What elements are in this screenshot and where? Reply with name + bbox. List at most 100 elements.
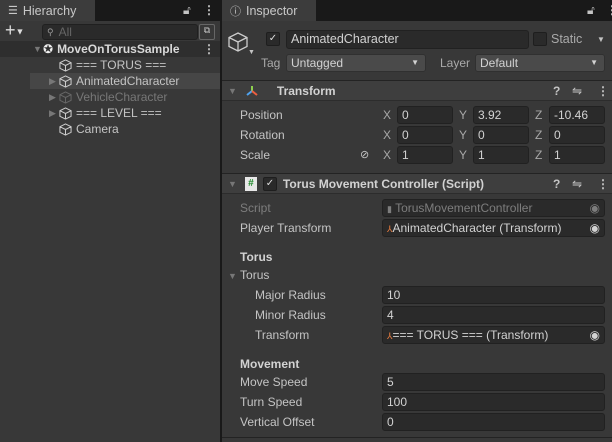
torus-transform-value: === TORUS === (Transform) — [392, 328, 549, 342]
add-button[interactable]: +▼ — [5, 20, 24, 41]
gameobject-icon — [59, 90, 72, 104]
move-speed-input[interactable]: 5 — [382, 373, 605, 391]
component-menu-icon[interactable]: ⋮ — [597, 177, 609, 191]
tag-label: Tag — [261, 56, 281, 70]
rotation-z-input[interactable]: 0 — [549, 126, 605, 144]
turn-speed-input[interactable]: 100 — [382, 393, 605, 411]
turn-speed-label: Turn Speed — [240, 395, 303, 409]
component-menu-icon[interactable]: ⋮ — [597, 84, 609, 98]
layer-value: Default — [480, 56, 519, 70]
list-item[interactable]: ▶ VehicleCharacter — [0, 89, 220, 105]
more-menu-icon[interactable]: ⋮ — [203, 3, 215, 17]
item-label: VehicleCharacter — [76, 90, 168, 104]
axis-x-label[interactable]: X — [383, 105, 391, 125]
rotation-x-input[interactable]: 0 — [397, 126, 453, 144]
player-transform-value: AnimatedCharacter (Transform) — [392, 221, 562, 235]
more-menu-icon[interactable]: ⋮ — [606, 3, 612, 17]
torus-foldout-label: Torus — [240, 268, 270, 282]
axis-y-label[interactable]: Y — [459, 105, 467, 125]
help-icon[interactable]: ? — [553, 177, 560, 191]
script-component-header[interactable]: ▼ # ✓ Torus Movement Controller (Script)… — [222, 173, 612, 194]
tab-hierarchy[interactable]: ☰ Hierarchy — [0, 0, 95, 21]
axis-y-label[interactable]: Y — [459, 125, 467, 145]
lock-icon[interactable]: 🔓︎ — [587, 3, 595, 18]
list-item[interactable]: ▶ === LEVEL === — [0, 105, 220, 121]
torus-foldout[interactable]: ▼ Torus — [228, 265, 269, 285]
item-label: AnimatedCharacter — [76, 74, 180, 88]
item-label: === TORUS === — [76, 58, 167, 72]
torus-transform-field[interactable]: ⅄=== TORUS === (Transform) ◉ — [382, 326, 605, 344]
list-item[interactable]: === TORUS === — [0, 57, 220, 73]
active-checkbox[interactable]: ✓ — [266, 32, 280, 46]
list-item[interactable]: Camera — [0, 121, 220, 137]
component-title: Torus Movement Controller (Script) — [282, 176, 485, 191]
scale-label: Scale — [240, 148, 271, 162]
scene-name: MoveOnTorusSample — [57, 42, 180, 56]
unity-scene-icon: ✪ — [43, 42, 54, 56]
object-picker-icon: ◉ — [589, 201, 600, 215]
axis-y-label[interactable]: Y — [459, 145, 467, 165]
scene-visibility-button[interactable]: ⧉ — [199, 24, 215, 40]
major-radius-input[interactable]: 10 — [382, 286, 605, 304]
static-dropdown-icon[interactable]: ▼ — [597, 35, 605, 44]
layer-dropdown[interactable]: Default ▼ — [475, 54, 605, 72]
tab-inspector[interactable]: ⓘ Inspector — [222, 0, 316, 21]
vertical-offset-input[interactable]: 0 — [382, 413, 605, 431]
item-label: === LEVEL === — [76, 106, 162, 120]
info-icon: ⓘ — [230, 5, 241, 18]
position-x-input[interactable]: 0 — [397, 106, 453, 124]
tag-dropdown[interactable]: Untagged ▼ — [286, 54, 426, 72]
scene-menu-icon[interactable]: ⋮ — [203, 42, 215, 56]
axis-x-label[interactable]: X — [383, 125, 391, 145]
object-picker-icon[interactable]: ◉ — [590, 220, 600, 236]
object-picker-icon[interactable]: ◉ — [590, 327, 600, 343]
expand-arrow-icon[interactable]: ▶ — [49, 108, 59, 119]
scene-row[interactable]: ▼ ✪ MoveOnTorusSample ⋮ — [0, 41, 220, 57]
gameobject-icon — [59, 74, 72, 88]
constrain-proportions-icon[interactable]: ⊘ — [360, 148, 369, 161]
collapse-arrow-icon[interactable]: ▼ — [33, 44, 43, 54]
gameobject-icon — [59, 122, 72, 136]
expand-arrow-icon[interactable]: ▶ — [49, 76, 59, 87]
component-title: Transform — [276, 83, 336, 98]
movement-section-header: Movement — [240, 357, 300, 371]
axis-x-label[interactable]: X — [383, 145, 391, 165]
presets-icon[interactable]: ⇋ — [572, 177, 582, 191]
scale-y-input[interactable]: 1 — [473, 146, 529, 164]
chevron-down-icon: ▼ — [590, 58, 598, 67]
minor-radius-input[interactable]: 4 — [382, 306, 605, 324]
axis-z-label[interactable]: Z — [535, 125, 542, 145]
vertical-offset-label: Vertical Offset — [240, 415, 315, 429]
player-transform-field[interactable]: ⅄AnimatedCharacter (Transform) ◉ — [382, 219, 605, 237]
axis-z-label[interactable]: Z — [535, 145, 542, 165]
divider — [222, 437, 612, 438]
hierarchy-list: ▼ ✪ MoveOnTorusSample ⋮ === TORUS === ▶ A… — [0, 41, 220, 442]
help-icon[interactable]: ? — [553, 84, 560, 98]
foldout-arrow-icon[interactable]: ▼ — [228, 179, 237, 189]
foldout-arrow-icon[interactable]: ▼ — [228, 86, 237, 96]
scale-x-input[interactable]: 1 — [397, 146, 453, 164]
position-z-input[interactable]: -10.46 — [549, 106, 605, 124]
chevron-down-icon: ▼ — [411, 58, 419, 67]
icon-dropdown-arrow-icon[interactable]: ▼ — [248, 49, 255, 56]
transform-icon — [246, 85, 258, 96]
gameobject-icon — [59, 58, 72, 72]
enabled-checkbox[interactable]: ✓ — [262, 176, 277, 191]
lock-icon[interactable]: 🔓︎ — [183, 3, 191, 18]
minor-radius-label: Minor Radius — [255, 308, 326, 322]
foldout-arrow-icon[interactable]: ▼ — [228, 271, 237, 281]
presets-icon[interactable]: ⇋ — [572, 84, 582, 98]
search-input[interactable]: ⚲ All — [42, 24, 198, 40]
player-transform-label: Player Transform — [240, 221, 332, 235]
scale-z-input[interactable]: 1 — [549, 146, 605, 164]
static-checkbox[interactable] — [533, 32, 547, 46]
position-y-input[interactable]: 3.92 — [473, 106, 529, 124]
transform-header[interactable]: ▼ Transform ? ⇋ ⋮ — [222, 80, 612, 101]
axis-z-label[interactable]: Z — [535, 105, 542, 125]
search-icon: ⚲ — [47, 26, 54, 37]
list-item[interactable]: ▶ AnimatedCharacter — [30, 73, 220, 89]
expand-arrow-icon[interactable]: ▶ — [49, 92, 59, 103]
rotation-y-input[interactable]: 0 — [473, 126, 529, 144]
object-name-input[interactable]: AnimatedCharacter — [286, 30, 529, 49]
item-label: Camera — [76, 122, 119, 136]
